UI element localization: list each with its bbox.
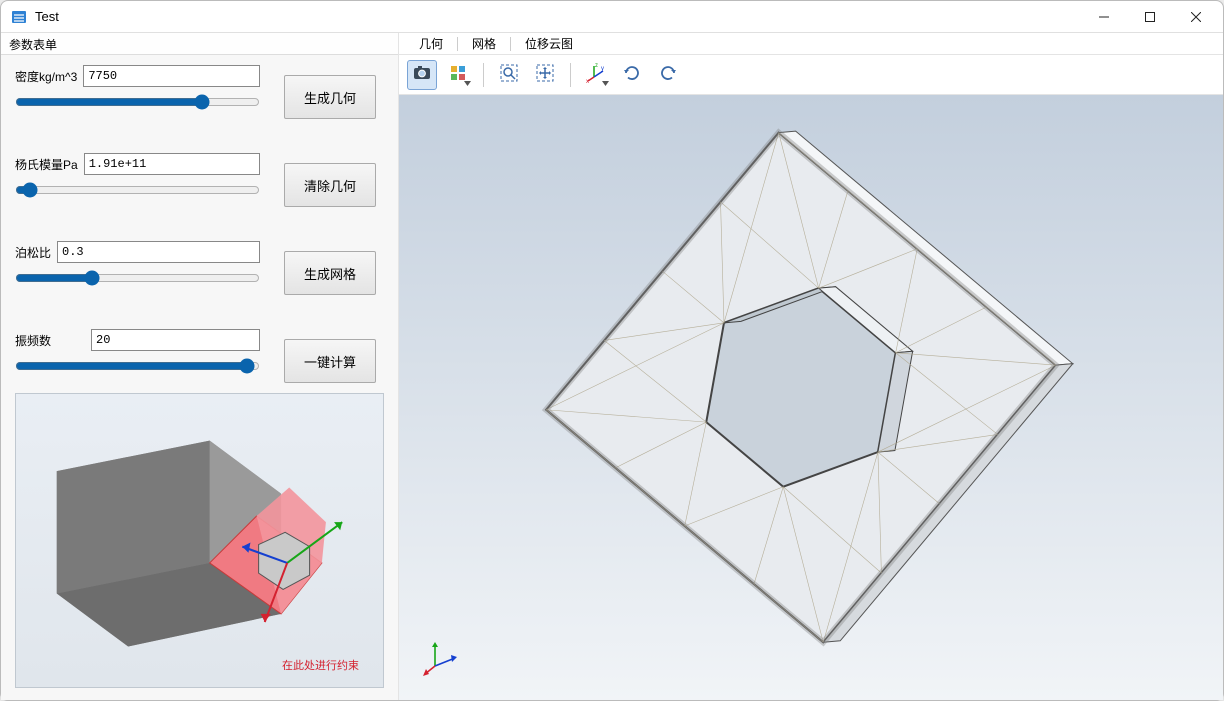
compute-button[interactable]: 一键计算 xyxy=(284,339,376,383)
rotate-ccw-icon xyxy=(622,63,642,86)
menu-displacement-cloud[interactable]: 位移云图 xyxy=(513,33,585,54)
youngs-label: 杨氏模量Pa xyxy=(15,156,78,173)
rotate-ccw-button[interactable] xyxy=(617,60,647,90)
titlebar: Test xyxy=(1,1,1223,33)
pan-icon xyxy=(535,63,555,86)
mesh-render xyxy=(399,95,1223,700)
param-frequency: 振频数 xyxy=(15,329,260,375)
toolbar-separator xyxy=(483,63,484,87)
window-title: Test xyxy=(35,9,59,24)
menubar: 几何 网格 位移云图 xyxy=(399,33,1223,55)
menu-geometry[interactable]: 几何 xyxy=(407,33,455,54)
freq-input[interactable] xyxy=(91,329,260,351)
poisson-slider[interactable] xyxy=(15,269,260,287)
axes-tripod-button[interactable]: z y x xyxy=(581,60,611,90)
generate-mesh-button[interactable]: 生成网格 xyxy=(284,251,376,295)
maximize-button[interactable] xyxy=(1127,2,1173,32)
menu-mesh[interactable]: 网格 xyxy=(460,33,508,54)
clear-geometry-button[interactable]: 清除几何 xyxy=(284,163,376,207)
screenshot-icon xyxy=(412,63,432,86)
viewport-3d[interactable] xyxy=(399,95,1223,700)
rotate-cw-button[interactable] xyxy=(653,60,683,90)
menu-separator xyxy=(510,37,511,51)
generate-geometry-button[interactable]: 生成几何 xyxy=(284,75,376,119)
density-label: 密度kg/m^3 xyxy=(15,68,77,85)
svg-text:z: z xyxy=(595,63,598,69)
main-area: 几何 网格 位移云图 xyxy=(399,33,1223,700)
poisson-label: 泊松比 xyxy=(15,244,51,261)
svg-text:y: y xyxy=(601,66,604,72)
zoom-fit-icon xyxy=(499,63,519,86)
rotate-cw-icon xyxy=(658,63,678,86)
minimize-button[interactable] xyxy=(1081,2,1127,32)
toolbar-separator xyxy=(570,63,571,87)
density-slider[interactable] xyxy=(15,93,260,111)
app-icon xyxy=(11,9,27,25)
display-mode-button[interactable] xyxy=(443,60,473,90)
density-input[interactable] xyxy=(83,65,260,87)
toolbar: z y x xyxy=(399,55,1223,95)
youngs-slider[interactable] xyxy=(15,181,260,199)
preview-caption: 在此处进行约束 xyxy=(282,657,359,673)
param-youngs-modulus: 杨氏模量Pa xyxy=(15,153,260,199)
youngs-input[interactable] xyxy=(84,153,260,175)
pan-button[interactable] xyxy=(530,60,560,90)
svg-text:x: x xyxy=(586,79,589,83)
menu-separator xyxy=(457,37,458,51)
param-poisson: 泊松比 xyxy=(15,241,260,287)
param-density: 密度kg/m^3 xyxy=(15,65,260,111)
freq-slider[interactable] xyxy=(15,357,260,375)
parameters-panel: 参数表单 密度kg/m^3 生成几何 杨氏模量Pa xyxy=(1,33,399,700)
poisson-input[interactable] xyxy=(57,241,260,263)
freq-label: 振频数 xyxy=(15,332,51,349)
zoom-fit-button[interactable] xyxy=(494,60,524,90)
geometry-preview: 在此处进行约束 xyxy=(15,393,384,688)
close-button[interactable] xyxy=(1173,2,1219,32)
viewport-axes-icon xyxy=(421,638,461,678)
screenshot-button[interactable] xyxy=(407,60,437,90)
panel-header: 参数表单 xyxy=(1,33,398,55)
app-window: Test 参数表单 密度kg/m^3 生 xyxy=(0,0,1224,701)
